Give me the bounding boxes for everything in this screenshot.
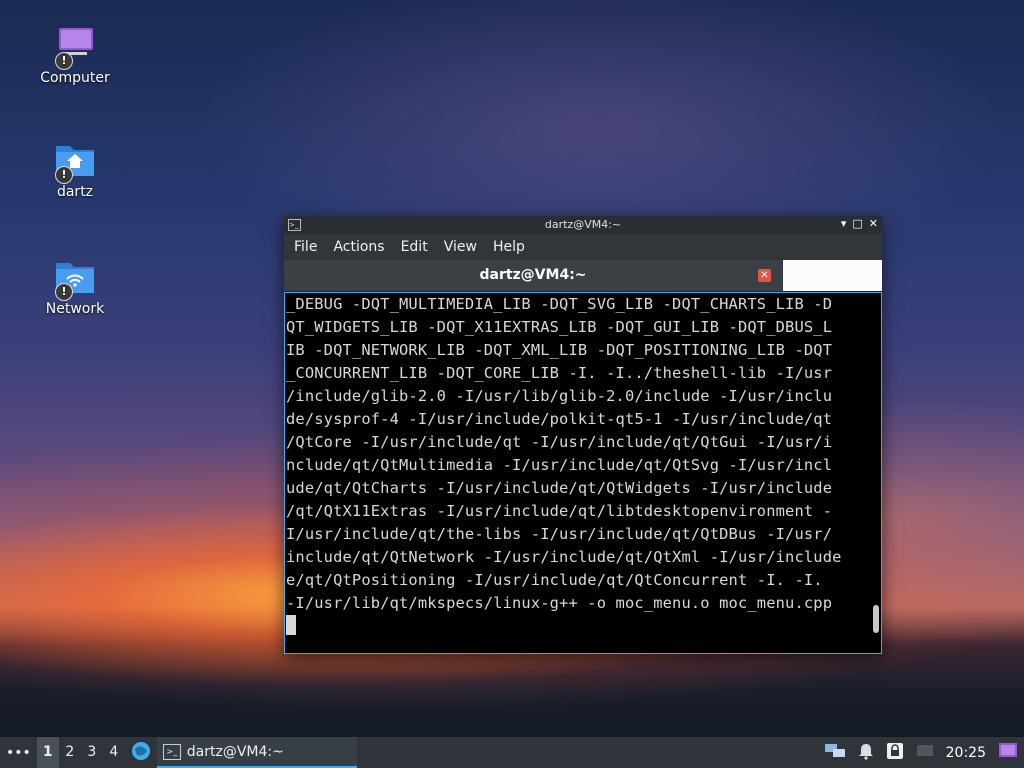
terminal-line: /qt/QtX11Extras -I/usr/include/qt/libtde…: [286, 502, 833, 520]
terminal-line: IB -DQT_NETWORK_LIB -DQT_XML_LIB -DQT_PO…: [286, 341, 833, 359]
desktop-icon-label: Computer: [40, 70, 110, 86]
new-tab-area[interactable]: [783, 260, 882, 291]
notifications-icon[interactable]: [858, 742, 874, 764]
desktop-icon-computer[interactable]: ! Computer: [25, 26, 125, 86]
desktop-icon-network[interactable]: ! Network: [25, 257, 125, 317]
terminal-line: -I/usr/lib/qt/mkspecs/linux-g++ -o moc_m…: [286, 594, 833, 612]
workspace-2[interactable]: 2: [59, 737, 81, 768]
task-label: dartz@VM4:~: [186, 743, 284, 760]
menu-bar: File Actions Edit View Help: [284, 234, 882, 260]
browser-icon[interactable]: [125, 741, 157, 765]
terminal-output[interactable]: _DEBUG -DQT_MULTIMEDIA_LIB -DQT_SVG_LIB …: [284, 292, 882, 654]
terminal-line: ude/qt/QtCharts -I/usr/include/qt/QtWidg…: [286, 479, 833, 497]
menu-edit[interactable]: Edit: [395, 239, 434, 255]
maximize-button[interactable]: □: [852, 217, 862, 230]
screen-icon[interactable]: [916, 743, 934, 763]
menu-actions[interactable]: Actions: [327, 239, 390, 255]
close-button[interactable]: ✕: [869, 217, 878, 230]
terminal-line: QT_WIDGETS_LIB -DQT_X11EXTRAS_LIB -DQT_G…: [286, 318, 833, 336]
desktop-icon-label: dartz: [56, 184, 94, 200]
scrollbar-handle[interactable]: [873, 605, 879, 633]
workspace-1[interactable]: 1: [36, 737, 59, 768]
text-cursor: [286, 615, 296, 635]
terminal-line: I/usr/include/qt/the-libs -I/usr/include…: [286, 525, 833, 543]
terminal-line: /include/glib-2.0 -I/usr/lib/glib-2.0/in…: [286, 387, 833, 405]
menu-help[interactable]: Help: [487, 239, 531, 255]
taskbar: ••• 1 2 3 4 >_ dartz@VM4:~ 20:25: [0, 737, 1024, 768]
network-folder-icon: !: [53, 257, 97, 301]
terminal-line: /QtCore -I/usr/include/qt -I/usr/include…: [286, 433, 833, 451]
terminal-line: include/qt/QtNetwork -I/usr/include/qt/Q…: [286, 548, 842, 566]
computer-icon: !: [53, 26, 97, 70]
clock[interactable]: 20:25: [946, 745, 986, 761]
desktop-icon-label: Network: [45, 301, 105, 317]
system-tray: 20:25: [824, 737, 1024, 768]
home-folder-icon: !: [53, 140, 97, 184]
tab-terminal[interactable]: dartz@VM4:~: [284, 260, 782, 291]
task-terminal[interactable]: >_ dartz@VM4:~: [156, 737, 357, 768]
terminal-line: e/qt/QtPositioning -I/usr/include/qt/QtC…: [286, 571, 823, 589]
network-icon[interactable]: [824, 742, 846, 764]
warning-badge: !: [55, 52, 73, 70]
tab-bar: dartz@VM4:~ ✕: [284, 260, 882, 292]
menu-file[interactable]: File: [288, 239, 323, 255]
terminal-line: _CONCURRENT_LIB -DQT_CORE_LIB -I. -I../t…: [286, 364, 833, 382]
close-tab-icon[interactable]: ✕: [758, 269, 771, 282]
workspace-4[interactable]: 4: [103, 737, 125, 768]
terminal-window[interactable]: >_ dartz@VM4:~ ▾ □ ✕ File Actions Edit V…: [284, 216, 882, 654]
terminal-line: de/sysprof-4 -I/usr/include/polkit-qt5-1…: [286, 410, 833, 428]
terminal-task-icon: >_: [162, 743, 181, 760]
more-button[interactable]: •••: [0, 745, 37, 761]
desktop-icon-dartz[interactable]: ! dartz: [25, 140, 125, 200]
warning-badge: !: [55, 166, 73, 184]
terminal-line: _DEBUG -DQT_MULTIMEDIA_LIB -DQT_SVG_LIB …: [286, 295, 833, 313]
tab-label: dartz@VM4:~: [479, 267, 587, 283]
terminal-line: nclude/qt/QtMultimedia -I/usr/include/qt…: [286, 456, 833, 474]
menu-view[interactable]: View: [438, 239, 483, 255]
minimize-button[interactable]: ▾: [841, 217, 847, 230]
workspace-3[interactable]: 3: [81, 737, 103, 768]
window-title: dartz@VM4:~: [544, 218, 622, 231]
show-desktop-icon[interactable]: [998, 742, 1018, 764]
warning-badge: !: [55, 283, 73, 301]
lock-icon[interactable]: [886, 742, 904, 764]
terminal-text: _DEBUG -DQT_MULTIMEDIA_LIB -DQT_SVG_LIB …: [285, 293, 881, 638]
window-titlebar[interactable]: >_ dartz@VM4:~ ▾ □ ✕: [284, 216, 882, 234]
